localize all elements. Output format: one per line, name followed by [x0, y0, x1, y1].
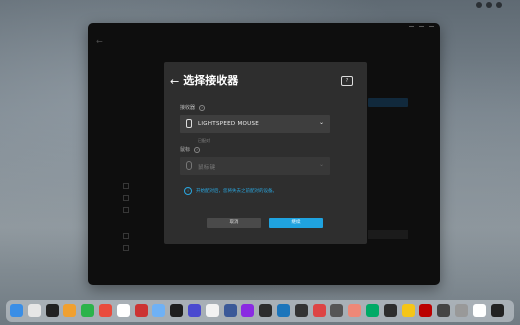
pair-hint: 已配对 — [198, 138, 210, 143]
dock-app-icon[interactable] — [81, 304, 95, 317]
dock-app-icon[interactable] — [348, 304, 362, 317]
receiver-label-row: 接收器 ? — [16, 104, 206, 111]
control-center-icon[interactable] — [476, 2, 482, 8]
dock-app-icon[interactable] — [99, 304, 112, 317]
dock-app-icon[interactable] — [45, 304, 59, 317]
dock-app-icon[interactable] — [152, 304, 166, 317]
siri-icon[interactable] — [496, 2, 502, 8]
chevron-down-icon: ⌄ — [318, 119, 324, 126]
dock-app-icon[interactable] — [27, 304, 41, 317]
dock-app-icon[interactable] — [63, 304, 77, 317]
help-icon[interactable]: ? — [341, 76, 353, 86]
dock-app-icon[interactable] — [294, 304, 308, 317]
back-arrow-icon[interactable]: ← — [170, 76, 179, 87]
dock-app-icon[interactable] — [134, 304, 148, 317]
cancel-button[interactable]: 取消 — [207, 218, 261, 228]
pairing-notice: i 开始配对后，您将失去之前配对的设备。 — [184, 187, 277, 195]
dock-app-icon[interactable] — [223, 304, 237, 317]
dock-app-icon[interactable] — [259, 304, 273, 317]
search-icon[interactable] — [486, 2, 492, 8]
mouse-select: 鼠标键 ⌄ — [180, 157, 330, 175]
dialog-title: 选择接收器 — [183, 74, 239, 87]
dock-app-icon[interactable] — [10, 304, 23, 317]
dock-app-icon[interactable] — [490, 304, 504, 317]
dock-app-icon[interactable] — [437, 304, 451, 317]
receiver-info-icon[interactable]: ? — [199, 104, 206, 111]
dock-app-icon[interactable] — [383, 304, 397, 317]
receiver-icon — [186, 119, 192, 128]
dock-app-icon[interactable] — [188, 304, 201, 317]
info-icon: i — [184, 187, 192, 195]
mouse-info-icon[interactable]: ? — [194, 146, 201, 153]
dock-app-icon[interactable] — [205, 304, 219, 317]
receiver-select[interactable]: LIGHTSPEED MOUSE ⌄ — [180, 115, 330, 133]
dock-app-icon[interactable] — [116, 304, 130, 317]
mouse-icon — [186, 161, 192, 170]
dock-app-icon[interactable] — [330, 304, 344, 317]
menu-bar — [0, 0, 520, 12]
mouse-label: 鼠标 — [180, 147, 191, 153]
mouse-placeholder: 鼠标键 — [198, 165, 216, 171]
select-receiver-dialog: ← 选择接收器 ? — [164, 62, 367, 244]
continue-button[interactable]: 继续 — [269, 218, 323, 228]
mouse-label-row: 鼠标 ? — [16, 146, 201, 153]
chevron-down-icon: ⌄ — [318, 161, 324, 168]
dock-app-icon[interactable] — [312, 304, 326, 317]
receiver-label: 接收器 — [180, 105, 196, 111]
dock-app-icon[interactable] — [472, 304, 486, 317]
dock-app-icon[interactable] — [170, 304, 184, 317]
dock-app-icon[interactable] — [455, 304, 468, 317]
dialog-header: ← 选择接收器 — [170, 75, 238, 87]
notice-text: 开始配对后，您将失去之前配对的设备。 — [196, 189, 277, 194]
dock-app-icon[interactable] — [241, 304, 255, 317]
dock-app-icon[interactable] — [366, 304, 379, 317]
dock-app-icon[interactable] — [277, 304, 290, 317]
dock-app-icon[interactable] — [401, 304, 415, 317]
dock-app-icon[interactable] — [419, 304, 433, 317]
receiver-value: LIGHTSPEED MOUSE — [198, 121, 260, 127]
